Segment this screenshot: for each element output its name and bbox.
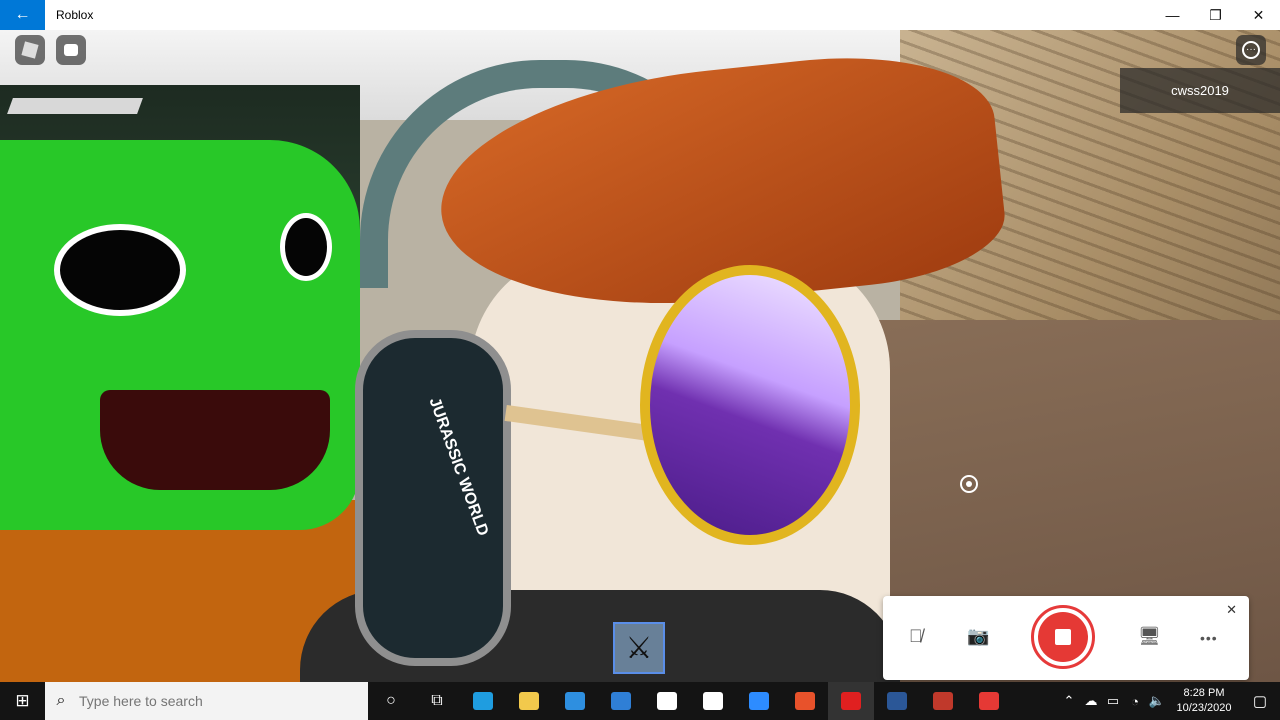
cortana-button[interactable]: ○ (368, 682, 414, 720)
more-icon[interactable]: ••• (1200, 630, 1218, 646)
taskbar-app-mail[interactable] (598, 682, 644, 720)
roblox-logo-icon (21, 41, 39, 59)
windows-logo-icon: ⊞ (15, 691, 30, 710)
taskbar-app-office[interactable] (782, 682, 828, 720)
taskbar-search[interactable]: ⌕ (45, 682, 368, 720)
dropbox-icon (657, 692, 677, 710)
green-avatar-head (0, 140, 360, 530)
player-name[interactable]: cwss2019 (1171, 83, 1229, 98)
roblox-menu-button[interactable] (15, 35, 45, 65)
player-list[interactable]: cwss2019 (1120, 68, 1280, 113)
sword-icon: ⚔ (625, 631, 653, 665)
cortana-icon: ○ (386, 692, 396, 709)
back-button[interactable]: ← (0, 0, 45, 30)
avatar-eye (285, 218, 327, 276)
recorder-icon (979, 692, 999, 710)
taskbar-app-game-app[interactable] (920, 682, 966, 720)
edge-icon (473, 692, 493, 710)
sunglasses-lens (640, 265, 860, 545)
avatar-eye (60, 230, 180, 310)
task-view-icon: ⧉ (431, 692, 443, 709)
stop-recording-button[interactable] (1031, 605, 1095, 669)
taskbar-app-edge[interactable] (460, 682, 506, 720)
taskbar-apps (460, 682, 1012, 720)
taskbar-app-store[interactable] (552, 682, 598, 720)
taskbar-app-roblox[interactable] (828, 682, 874, 720)
game-app-icon (933, 692, 953, 710)
store-icon (565, 692, 585, 710)
chat-button[interactable] (56, 35, 86, 65)
capture-close-button[interactable]: ✕ (1226, 602, 1237, 618)
system-tray: ⌃ ☁ ▭ ◔ 🔈 8:28 PM 10/23/2020 ▢ (1058, 682, 1280, 720)
volume-icon[interactable]: 🔈 (1146, 693, 1168, 709)
file-explorer-icon (519, 692, 539, 710)
scene-table (7, 98, 143, 114)
chat-icon (64, 44, 78, 56)
task-view-button[interactable]: ⧉ (414, 682, 460, 720)
minimize-button[interactable]: — (1151, 0, 1194, 30)
taskbar-app-word[interactable] (874, 682, 920, 720)
search-icon: ⌕ (56, 692, 66, 709)
taskbar-clock[interactable]: 8:28 PM 10/23/2020 (1168, 686, 1240, 716)
display-select-icon[interactable]: 🖥 (1138, 626, 1161, 647)
mail-icon (611, 692, 631, 710)
game-viewport[interactable]: JURASSIC WORLD ··· cwss2019 ⚔ ✕ 🎙̸ 📷 🖥 •… (0, 30, 1280, 682)
taskbar-app-recorder[interactable] (966, 682, 1012, 720)
avatar-mouth (100, 390, 330, 490)
wifi-icon[interactable]: ◔ (1124, 694, 1146, 709)
window-titlebar: ← Roblox — ❐ ✕ (0, 0, 1280, 30)
mouse-cursor-icon (960, 475, 978, 493)
stop-icon (1055, 629, 1071, 645)
zoom-icon (749, 692, 769, 710)
show-hidden-icons-chevron-icon[interactable]: ⌃ (1058, 693, 1080, 709)
maximize-button[interactable]: ❐ (1194, 0, 1237, 30)
headphone-logo-text: JURASSIC WORLD (425, 395, 492, 539)
window-title: Roblox (56, 8, 94, 22)
mic-muted-icon[interactable]: 🎙̸ (909, 626, 923, 647)
clock-date: 10/23/2020 (1176, 702, 1232, 714)
taskbar: ⊞ ⌕ ○ ⧉ ⌃ ☁ ▭ ◔ 🔈 8:28 PM 10/23/2020 ▢ (0, 682, 1280, 720)
back-arrow-icon: ← (14, 6, 31, 23)
notification-center-icon[interactable]: ▢ (1240, 692, 1280, 710)
more-options-button[interactable]: ··· (1236, 35, 1266, 65)
taskbar-app-zoom[interactable] (736, 682, 782, 720)
taskbar-app-dropbox[interactable] (644, 682, 690, 720)
headphone-cup: JURASSIC WORLD (355, 330, 511, 666)
taskbar-app-file-explorer[interactable] (506, 682, 552, 720)
word-icon (887, 692, 907, 710)
office-icon (795, 692, 815, 710)
capture-widget: ✕ 🎙̸ 📷 🖥 ••• (883, 596, 1249, 680)
hotbar-slot-1[interactable]: ⚔ (613, 622, 665, 674)
clock-time: 8:28 PM (1183, 687, 1225, 699)
battery-icon[interactable]: ▭ (1102, 693, 1124, 709)
onedrive-icon[interactable]: ☁ (1080, 693, 1102, 709)
screenshot-camera-icon[interactable]: 📷 (967, 626, 989, 647)
search-input[interactable] (77, 692, 341, 710)
roblox-icon (841, 692, 861, 710)
ellipsis-icon: ··· (1242, 41, 1260, 59)
close-button[interactable]: ✕ (1237, 0, 1280, 30)
taskbar-app-stream[interactable] (690, 682, 736, 720)
window-controls: — ❐ ✕ (1151, 0, 1280, 30)
start-button[interactable]: ⊞ (0, 682, 45, 720)
stream-icon (703, 692, 723, 710)
